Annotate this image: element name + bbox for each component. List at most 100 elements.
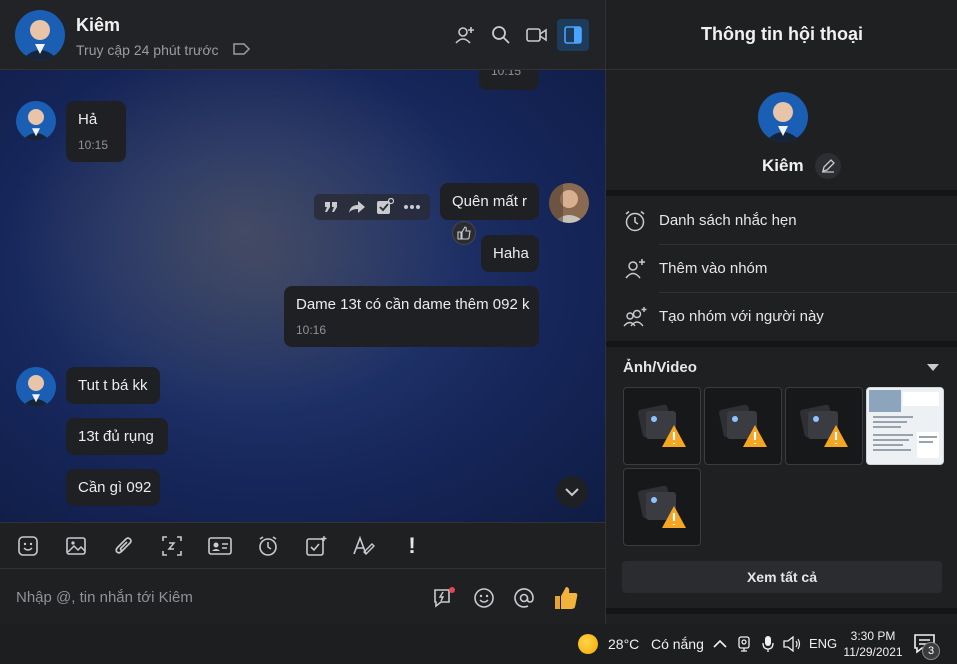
mention-icon (514, 588, 534, 608)
broken-image-icon (799, 404, 848, 447)
clock-time: 3:30 PM (850, 629, 896, 643)
media-thumbnail-screenshot[interactable] (866, 387, 944, 465)
media-thumbnail[interactable] (623, 387, 701, 465)
speaker-icon (783, 636, 801, 652)
microphone-button[interactable] (757, 633, 779, 655)
message-bubble[interactable]: 13t đủ rụng (66, 418, 168, 455)
pencil-icon (822, 159, 835, 173)
video-call-icon (526, 28, 547, 42)
task-button[interactable] (303, 533, 329, 559)
message-bubble[interactable]: Hả 10:15 (66, 101, 126, 162)
menu-item-label: Thêm vào nhóm (659, 260, 768, 277)
menu-item-reminders[interactable]: Danh sách nhắc hẹn (606, 197, 957, 245)
menu-item-create-group[interactable]: Tạo nhóm với người này (606, 293, 957, 341)
search-button[interactable] (485, 19, 517, 51)
image-icon (66, 537, 86, 555)
windows-taskbar: 28°C Có nắng ENG 3:30 PM 11/29/2021 3 (0, 624, 957, 664)
chat-column: Kiêm Truy cập 24 phút trước 10:15 Hả 10:… (0, 0, 605, 624)
contact-card-button[interactable] (207, 533, 233, 559)
message-text: Tut t bá kk (78, 377, 148, 394)
media-section-title[interactable]: Ảnh/Video (623, 359, 697, 376)
sender-avatar[interactable] (16, 367, 56, 407)
attachment-button[interactable] (111, 533, 137, 559)
screenshot-button[interactable] (159, 533, 185, 559)
meet-now-button[interactable] (733, 633, 755, 655)
task-check-icon[interactable] (376, 198, 394, 216)
chevron-up-icon (713, 639, 727, 648)
search-icon (492, 26, 510, 44)
quote-icon[interactable] (323, 200, 339, 214)
reaction-like-button[interactable] (452, 221, 476, 245)
sun-icon[interactable] (578, 634, 598, 654)
format-text-icon (353, 535, 375, 555)
urgent-button[interactable]: ! (399, 533, 425, 559)
system-clock[interactable]: 3:30 PM 11/29/2021 (843, 628, 903, 660)
image-button[interactable] (63, 533, 89, 559)
add-friend-icon (455, 27, 474, 44)
reminder-icon (259, 536, 277, 556)
message-text: Haha (493, 245, 529, 262)
broken-image-icon (718, 404, 767, 447)
input-language[interactable]: ENG (809, 636, 837, 651)
message-bubble[interactable]: 10:15 (479, 70, 539, 90)
media-thumbnail[interactable] (623, 468, 701, 546)
message-bubble[interactable]: Haha (481, 235, 539, 272)
webcam-icon (738, 636, 750, 652)
caret-down-icon[interactable] (926, 362, 940, 372)
quick-message-button[interactable] (431, 585, 457, 611)
format-text-button[interactable] (351, 533, 377, 559)
menu-item-label: Tạo nhóm với người này (659, 308, 824, 325)
reminder-button[interactable] (255, 533, 281, 559)
media-thumbnail[interactable] (785, 387, 863, 465)
message-text: Quên mất r (452, 193, 528, 210)
weather-widget[interactable]: 28°C Có nắng (608, 636, 704, 652)
sticker-button[interactable] (15, 533, 41, 559)
panel-title: Thông tin hội thoại (606, 0, 957, 70)
message-bubble[interactable]: Dame 13t có cần dame thêm 092 k 10:16 (284, 286, 539, 347)
mention-button[interactable] (511, 585, 537, 611)
profile-avatar[interactable] (758, 92, 808, 142)
forward-icon[interactable] (348, 200, 366, 214)
add-friend-button[interactable] (449, 19, 481, 51)
message-input[interactable] (16, 585, 396, 609)
message-bubble[interactable]: Cần gì 092 (66, 469, 160, 506)
quick-message-icon (434, 587, 455, 608)
more-icon[interactable] (403, 204, 421, 210)
conversation-info-panel: Thông tin hội thoại Kiêm Danh sách nhắc … (605, 0, 957, 624)
contact-card-icon (208, 537, 232, 555)
message-list[interactable]: 10:15 Hả 10:15 Quên mất r Haha Dame 13t … (0, 70, 605, 522)
attachment-icon (115, 537, 132, 554)
clock-date: 11/29/2021 (843, 645, 903, 659)
media-thumbnail[interactable] (704, 387, 782, 465)
message-composer (0, 568, 605, 624)
microphone-icon (762, 636, 774, 652)
scroll-to-bottom-button[interactable] (556, 476, 588, 508)
broken-image-icon (637, 485, 686, 528)
toggle-panel-button[interactable] (557, 19, 589, 51)
message-text: 13t đủ rụng (78, 428, 154, 445)
tag-icon[interactable] (233, 42, 251, 56)
sticker-icon (18, 536, 38, 556)
show-hidden-icons-button[interactable] (709, 633, 731, 655)
my-avatar[interactable] (549, 183, 589, 223)
chevron-down-icon (565, 488, 579, 497)
volume-button[interactable] (781, 633, 803, 655)
edit-nickname-button[interactable] (815, 153, 841, 179)
task-icon (306, 536, 327, 556)
send-like-button[interactable] (553, 585, 579, 611)
message-bubble[interactable]: Tut t bá kk (66, 367, 160, 404)
contact-name[interactable]: Kiêm (76, 15, 120, 36)
create-group-icon (622, 304, 648, 330)
composer-toolbar: ! (0, 522, 605, 568)
emoji-button[interactable] (471, 585, 497, 611)
alarm-icon (622, 208, 648, 234)
thumbs-up-icon (457, 226, 471, 240)
sender-avatar[interactable] (16, 101, 56, 141)
video-call-button[interactable] (521, 19, 553, 51)
contact-avatar[interactable] (15, 10, 65, 60)
chat-screenshot-image (867, 388, 943, 464)
menu-item-add-to-group[interactable]: Thêm vào nhóm (606, 245, 957, 293)
message-actions-bar (314, 194, 430, 220)
message-bubble[interactable]: Quên mất r (440, 183, 539, 220)
see-all-button[interactable]: Xem tất cả (622, 561, 942, 593)
